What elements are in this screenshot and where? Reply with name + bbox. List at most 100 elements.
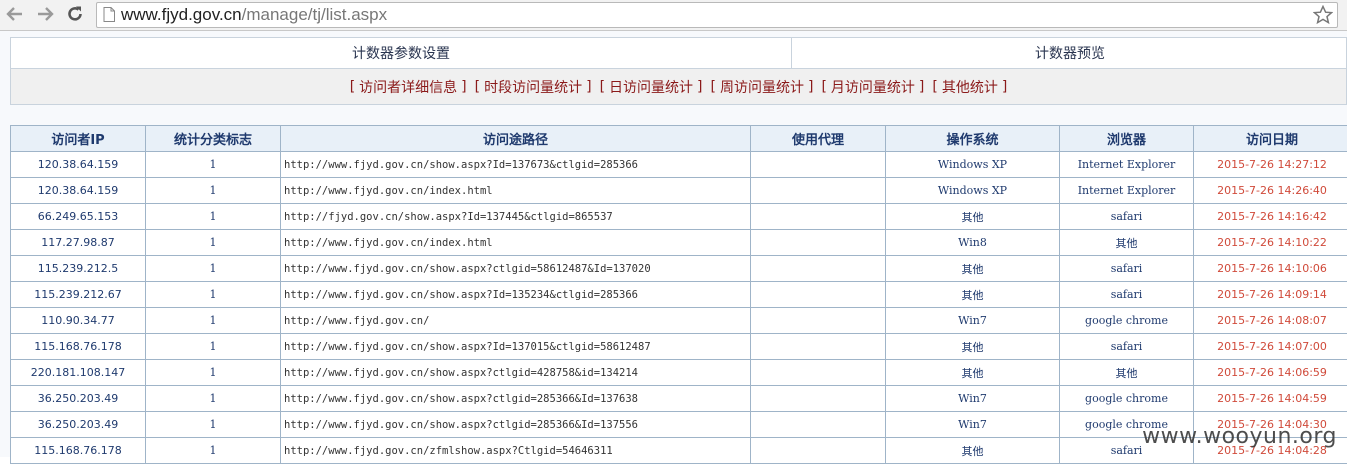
visitor-table: 访问者IP 统计分类标志 访问途路径 使用代理 操作系统 浏览器 访问日期 12…: [10, 125, 1347, 464]
table-header-row: 访问者IP 统计分类标志 访问途路径 使用代理 操作系统 浏览器 访问日期: [11, 126, 1347, 152]
watermark: www.wooyun.org: [1142, 424, 1337, 449]
url-path: /manage/tj/list.aspx: [242, 5, 388, 24]
subnav-weekly-stats[interactable]: 周访问量统计: [720, 77, 804, 97]
cell-ip: 115.239.212.67: [11, 282, 146, 308]
table-row: 120.38.64.1591http://www.fjyd.gov.cn/sho…: [11, 152, 1347, 178]
cell-browser: 其他: [1060, 360, 1194, 386]
subnav-hourly-stats[interactable]: 时段访问量统计: [484, 77, 582, 97]
cell-path[interactable]: http://www.fjyd.gov.cn/show.aspx?ctlgid=…: [281, 360, 751, 386]
cell-path[interactable]: http://www.fjyd.gov.cn/index.html: [281, 178, 751, 204]
cell-path[interactable]: http://www.fjyd.gov.cn/zfmlshow.aspx?Ctl…: [281, 438, 751, 464]
table-row: 115.239.212.671http://www.fjyd.gov.cn/sh…: [11, 282, 1347, 308]
subnav-visitor-details[interactable]: 访问者详细信息: [359, 77, 457, 97]
cell-path[interactable]: http://fjyd.gov.cn/show.aspx?Id=137445&c…: [281, 204, 751, 230]
bracket: [: [821, 79, 826, 95]
cell-date: 2015-7-26 14:09:14: [1194, 282, 1347, 308]
cell-path[interactable]: http://www.fjyd.gov.cn/show.aspx?Id=1352…: [281, 282, 751, 308]
back-button[interactable]: [4, 3, 26, 25]
bracket: ]: [461, 79, 466, 95]
cell-flag: 1: [146, 152, 281, 178]
cell-ip: 110.90.34.77: [11, 308, 146, 334]
bracket: ]: [808, 79, 813, 95]
col-header-proxy: 使用代理: [751, 126, 886, 152]
reload-button[interactable]: [64, 3, 86, 25]
cell-flag: 1: [146, 178, 281, 204]
bracket: ]: [1002, 79, 1007, 95]
cell-flag: 1: [146, 386, 281, 412]
cell-proxy: [751, 412, 886, 438]
cell-proxy: [751, 256, 886, 282]
forward-button[interactable]: [34, 3, 56, 25]
cell-date: 2015-7-26 14:16:42: [1194, 204, 1347, 230]
cell-path[interactable]: http://www.fjyd.gov.cn/show.aspx?ctlgid=…: [281, 386, 751, 412]
cell-ip: 115.168.76.178: [11, 438, 146, 464]
bracket: [: [600, 79, 605, 95]
cell-os: Windows XP: [886, 152, 1060, 178]
cell-path[interactable]: http://www.fjyd.gov.cn/show.aspx?Id=1370…: [281, 334, 751, 360]
cell-browser: safari: [1060, 204, 1194, 230]
cell-browser: 其他: [1060, 230, 1194, 256]
visitor-table-container: 访问者IP 统计分类标志 访问途路径 使用代理 操作系统 浏览器 访问日期 12…: [10, 125, 1347, 464]
subnav-daily-stats[interactable]: 日访问量统计: [609, 77, 693, 97]
cell-os: 其他: [886, 256, 1060, 282]
cell-os: Win7: [886, 308, 1060, 334]
col-header-flag: 统计分类标志: [146, 126, 281, 152]
cell-os: Windows XP: [886, 178, 1060, 204]
cell-proxy: [751, 230, 886, 256]
col-header-os: 操作系统: [886, 126, 1060, 152]
cell-path[interactable]: http://www.fjyd.gov.cn/show.aspx?ctlgid=…: [281, 256, 751, 282]
cell-date: 2015-7-26 14:07:00: [1194, 334, 1347, 360]
bracket: [: [932, 79, 937, 95]
cell-os: 其他: [886, 334, 1060, 360]
tab-counter-settings[interactable]: 计数器参数设置: [11, 38, 792, 68]
address-bar[interactable]: www.fjyd.gov.cn/manage/tj/list.aspx: [96, 2, 1338, 28]
cell-os: 其他: [886, 204, 1060, 230]
table-row: 115.239.212.51http://www.fjyd.gov.cn/sho…: [11, 256, 1347, 282]
url-host: www.fjyd.gov.cn: [121, 5, 242, 24]
cell-path[interactable]: http://www.fjyd.gov.cn/: [281, 308, 751, 334]
cell-os: 其他: [886, 360, 1060, 386]
cell-browser: safari: [1060, 334, 1194, 360]
table-row: 66.249.65.1531http://fjyd.gov.cn/show.as…: [11, 204, 1347, 230]
bracket: [: [475, 79, 480, 95]
cell-browser: google chrome: [1060, 308, 1194, 334]
cell-proxy: [751, 360, 886, 386]
cell-flag: 1: [146, 204, 281, 230]
cell-date: 2015-7-26 14:27:12: [1194, 152, 1347, 178]
cell-ip: 36.250.203.49: [11, 386, 146, 412]
cell-flag: 1: [146, 360, 281, 386]
col-header-date: 访问日期: [1194, 126, 1347, 152]
cell-ip: 66.249.65.153: [11, 204, 146, 230]
browser-toolbar: www.fjyd.gov.cn/manage/tj/list.aspx: [0, 0, 1347, 31]
cell-ip: 120.38.64.159: [11, 178, 146, 204]
subnav-monthly-stats[interactable]: 月访问量统计: [831, 77, 915, 97]
cell-date: 2015-7-26 14:08:07: [1194, 308, 1347, 334]
col-header-path: 访问途路径: [281, 126, 751, 152]
cell-path[interactable]: http://www.fjyd.gov.cn/show.aspx?ctlgid=…: [281, 412, 751, 438]
table-row: 120.38.64.1591http://www.fjyd.gov.cn/ind…: [11, 178, 1347, 204]
cell-os: 其他: [886, 438, 1060, 464]
cell-os: Win8: [886, 230, 1060, 256]
cell-proxy: [751, 178, 886, 204]
cell-date: 2015-7-26 14:10:22: [1194, 230, 1347, 256]
cell-os: Win7: [886, 412, 1060, 438]
cell-browser: Internet Explorer: [1060, 178, 1194, 204]
subnav-other-stats[interactable]: 其他统计: [942, 77, 998, 97]
cell-proxy: [751, 282, 886, 308]
cell-ip: 220.181.108.147: [11, 360, 146, 386]
bookmark-star-icon[interactable]: [1313, 5, 1333, 25]
cell-browser: google chrome: [1060, 386, 1194, 412]
table-row: 36.250.203.491http://www.fjyd.gov.cn/sho…: [11, 386, 1347, 412]
tab-counter-preview[interactable]: 计数器预览: [792, 38, 1347, 68]
page-icon: [103, 7, 115, 22]
cell-path[interactable]: http://www.fjyd.gov.cn/index.html: [281, 230, 751, 256]
cell-browser: safari: [1060, 256, 1194, 282]
cell-path[interactable]: http://www.fjyd.gov.cn/show.aspx?Id=1376…: [281, 152, 751, 178]
bracket: ]: [919, 79, 924, 95]
bracket: ]: [586, 79, 591, 95]
stats-subnav: [访问者详细信息] [时段访问量统计] [日访问量统计] [周访问量统计] [月…: [10, 69, 1347, 105]
cell-flag: 1: [146, 334, 281, 360]
cell-ip: 115.239.212.5: [11, 256, 146, 282]
page-content: 计数器参数设置 计数器预览 [访问者详细信息] [时段访问量统计] [日访问量统…: [0, 31, 1347, 457]
cell-date: 2015-7-26 14:04:59: [1194, 386, 1347, 412]
